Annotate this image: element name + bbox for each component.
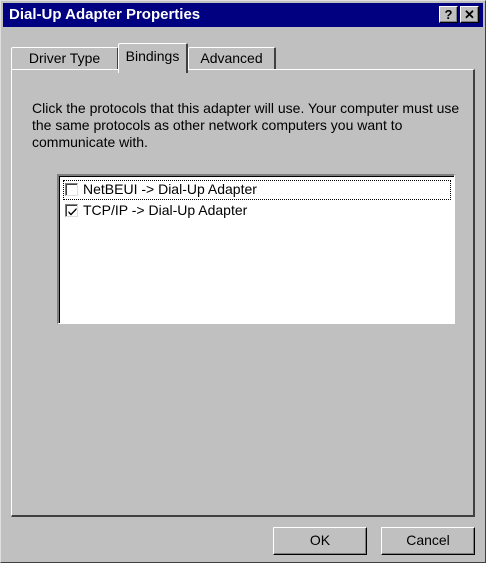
bindings-panel: Click the protocols that this adapter wi… — [11, 69, 475, 517]
tab-driver-type[interactable]: Driver Type — [11, 47, 119, 71]
tcpip-checkbox[interactable] — [65, 204, 78, 217]
list-item[interactable]: TCP/IP -> Dial-Up Adapter — [63, 201, 451, 221]
close-button[interactable]: ✕ — [460, 6, 479, 23]
checkmark-icon — [68, 207, 77, 216]
list-item[interactable]: NetBEUI -> Dial-Up Adapter — [63, 180, 451, 200]
tab-advanced[interactable]: Advanced — [188, 47, 276, 71]
netbeui-checkbox[interactable] — [65, 183, 78, 196]
tab-bindings[interactable]: Bindings — [118, 43, 188, 73]
cancel-button[interactable]: Cancel — [381, 527, 475, 555]
ok-button[interactable]: OK — [273, 527, 367, 555]
help-button[interactable]: ? — [439, 6, 458, 23]
bindings-description: Click the protocols that this adapter wi… — [32, 100, 460, 150]
title-bar[interactable]: Dial-Up Adapter Properties ? ✕ — [3, 3, 483, 27]
protocol-list[interactable]: NetBEUI -> Dial-Up Adapter TCP/IP -> Dia… — [57, 174, 455, 324]
window-title: Dial-Up Adapter Properties — [9, 6, 201, 23]
dialog-window: Dial-Up Adapter Properties ? ✕ Driver Ty… — [0, 0, 486, 563]
list-item-label: TCP/IP -> Dial-Up Adapter — [83, 202, 248, 218]
list-item-label: NetBEUI -> Dial-Up Adapter — [83, 181, 257, 197]
